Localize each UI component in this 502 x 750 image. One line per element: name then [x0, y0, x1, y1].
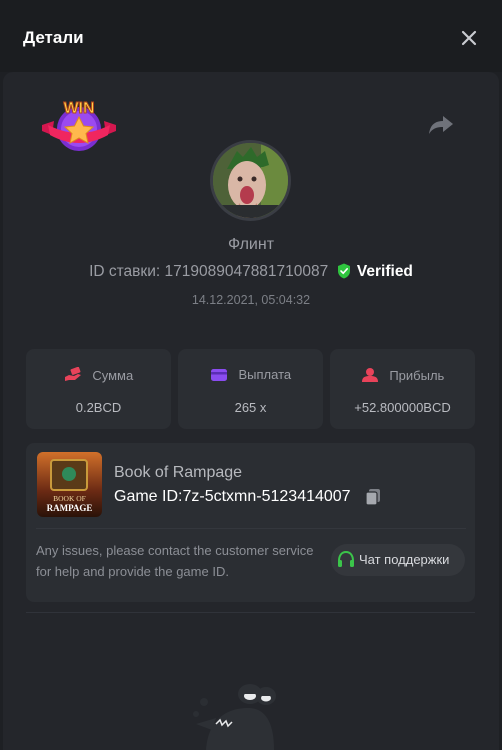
- copy-button[interactable]: [364, 488, 382, 506]
- game-thumb-line1: BOOK OF: [53, 494, 86, 503]
- modal-header: Детали: [0, 0, 502, 72]
- verified-shield-icon: [337, 263, 350, 279]
- close-button[interactable]: [455, 24, 483, 52]
- copy-icon: [365, 489, 380, 506]
- share-icon: [429, 116, 453, 134]
- support-chat-label: Чат поддержки: [359, 552, 450, 567]
- game-id-label: Game ID:: [114, 488, 183, 505]
- stat-payout-value: 265 x: [234, 400, 267, 415]
- game-card-divider: [36, 528, 466, 529]
- stat-payout-label: Выплата: [238, 367, 292, 382]
- avatar-image: [213, 143, 288, 218]
- win-badge-text: WIN: [63, 100, 94, 117]
- stat-profit-label: Прибыль: [389, 368, 445, 383]
- close-icon: [461, 30, 477, 46]
- avatar: [210, 140, 291, 221]
- section-divider: [26, 612, 475, 613]
- bet-date: 14.12.2021, 05:04:32: [191, 293, 311, 307]
- money-hand-icon: [64, 367, 81, 381]
- win-badge: WIN: [40, 95, 118, 157]
- share-button[interactable]: [428, 113, 454, 137]
- game-thumbnail-image: BOOK OF RAMPAGE: [37, 452, 102, 517]
- bet-id-label: ID ставки:: [89, 263, 161, 280]
- bet-id-value: 1719089047881710087: [164, 263, 329, 280]
- game-id: Game ID:7z-5ctxmn-5123414007: [114, 488, 351, 506]
- game-thumbnail[interactable]: BOOK OF RAMPAGE: [37, 452, 102, 517]
- headset-icon: [338, 550, 354, 567]
- modal-title: Детали: [23, 28, 84, 47]
- support-chat-button[interactable]: Чат поддержки: [331, 544, 465, 576]
- stat-profit-value: +52.800000BCD: [354, 400, 451, 415]
- stat-amount-value: 0.2BCD: [75, 400, 122, 415]
- game-name: Book of Rampage: [114, 464, 243, 481]
- stat-amount-label: Сумма: [92, 368, 134, 383]
- wallet-icon: [210, 369, 227, 381]
- verified-label: Verified: [356, 263, 413, 280]
- bet-id-row: ID ставки: 1719089047881710087 Verified: [0, 263, 502, 281]
- stat-payout: Выплата 265 x: [178, 349, 323, 429]
- user-name[interactable]: Флинт: [0, 236, 502, 254]
- game-thumb-line2: RAMPAGE: [47, 503, 93, 513]
- profit-icon: [361, 368, 378, 382]
- mascot-illustration: [186, 680, 286, 750]
- game-id-value: 7z-5ctxmn-5123414007: [182, 488, 351, 505]
- stat-amount: Сумма 0.2BCD: [26, 349, 171, 429]
- stat-profit: Прибыль +52.800000BCD: [330, 349, 475, 429]
- help-text: Any issues, please contact the customer …: [36, 543, 314, 579]
- details-modal: Детали WIN Флинт ID ставки: 171908904788…: [0, 0, 502, 750]
